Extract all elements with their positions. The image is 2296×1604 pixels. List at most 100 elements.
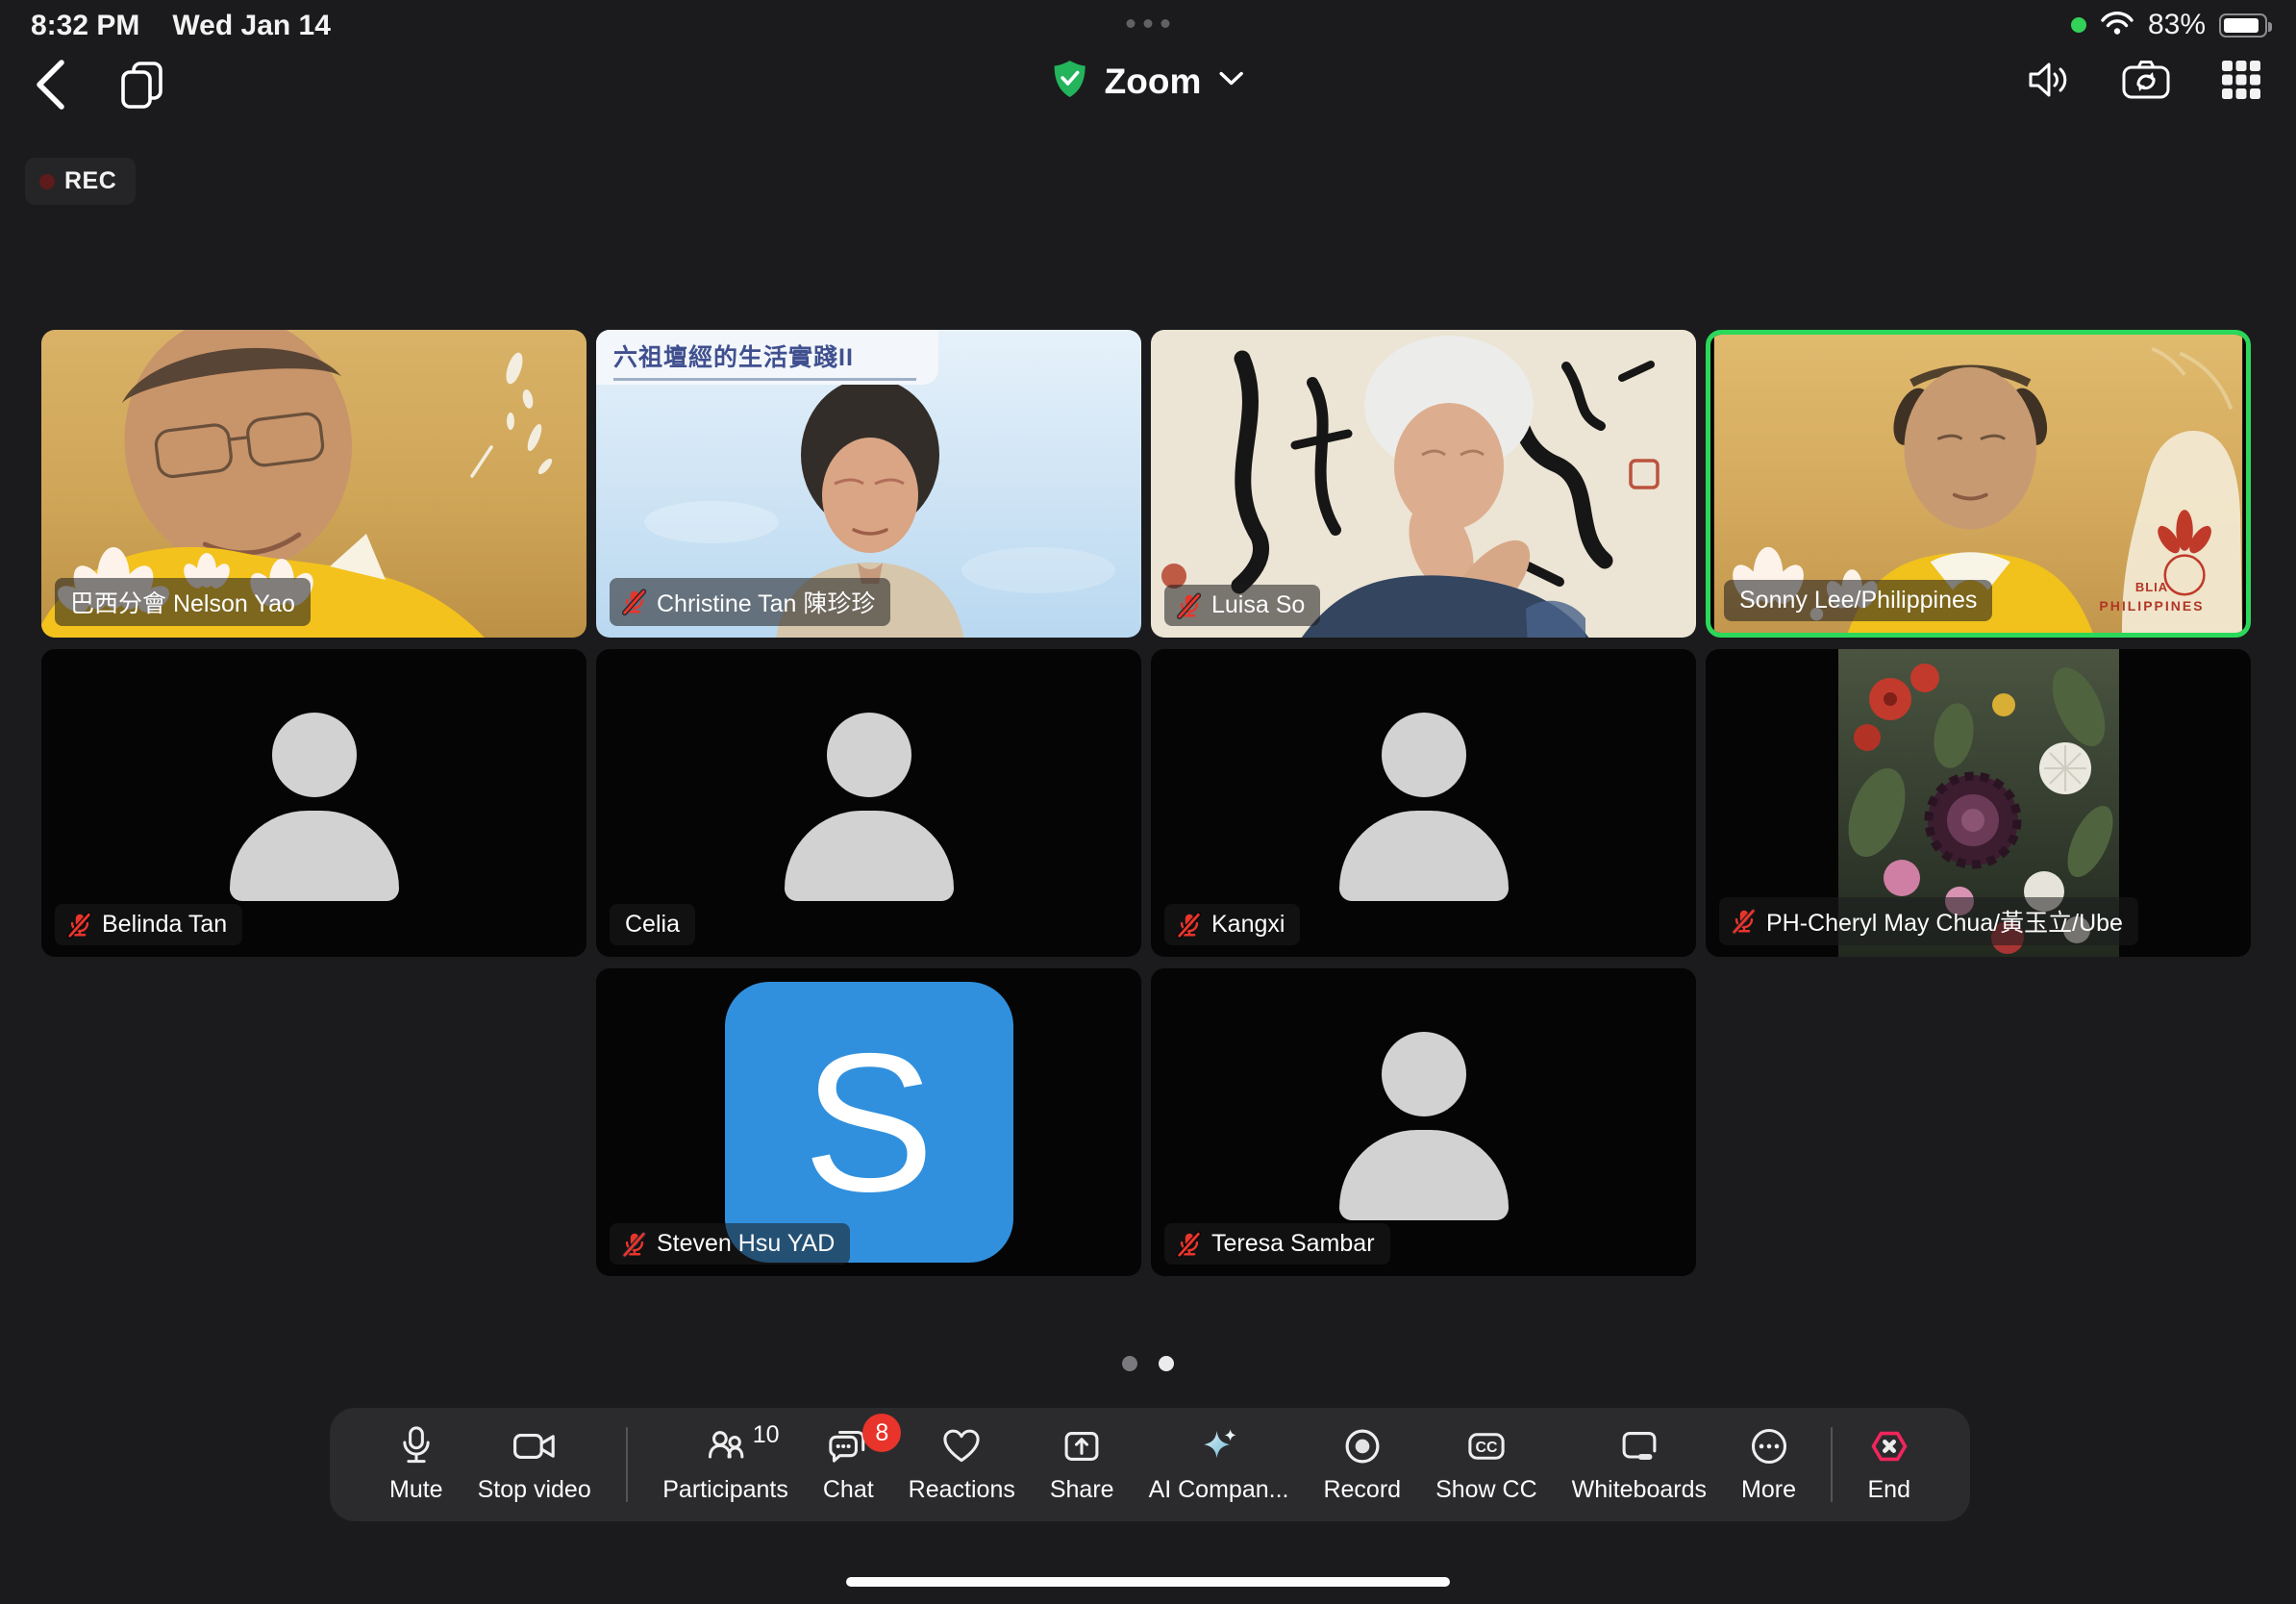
home-indicator[interactable] bbox=[846, 1577, 1450, 1587]
whiteboards-button[interactable]: Whiteboards bbox=[1572, 1425, 1707, 1504]
zoom-meeting-screen: 8:32 PM Wed Jan 14 83% bbox=[0, 0, 2296, 1604]
video-tile-kangxi[interactable]: Kangxi bbox=[1151, 649, 1696, 957]
participant-name-tag: Sonny Lee/Philippines bbox=[1724, 580, 1992, 621]
end-meeting-button[interactable]: End bbox=[1867, 1425, 1909, 1504]
more-ellipsis-icon bbox=[1748, 1425, 1790, 1467]
participant-name: Teresa Sambar bbox=[1211, 1230, 1375, 1258]
blia-philippines-logo: BLIA PHILIPPINES bbox=[2094, 580, 2209, 614]
shared-content-title: 六祖壇經的生活實踐II bbox=[613, 338, 921, 373]
toolbar-label: Share bbox=[1050, 1476, 1114, 1504]
participant-name-tag: Teresa Sambar bbox=[1164, 1223, 1390, 1265]
page-dot-1 bbox=[1122, 1356, 1137, 1371]
back-button[interactable] bbox=[33, 58, 67, 114]
video-tile-christine-tan[interactable]: 六祖壇經的生活實踐II Christine Tan 陳珍珍 bbox=[596, 330, 1141, 638]
camera-flip-icon bbox=[2121, 59, 2171, 104]
security-shield-icon bbox=[1053, 60, 1087, 103]
battery-icon bbox=[2219, 13, 2267, 38]
chevron-down-icon bbox=[1218, 71, 1243, 91]
toolbar-label: Show CC bbox=[1435, 1476, 1537, 1504]
status-green-dot-icon bbox=[2071, 17, 2086, 33]
video-tile-teresa-sambar[interactable]: Teresa Sambar bbox=[1151, 968, 1696, 1276]
participant-name: Luisa So bbox=[1211, 591, 1305, 619]
closed-captions-icon: CC bbox=[1465, 1425, 1508, 1467]
toolbar-label: Reactions bbox=[909, 1476, 1015, 1504]
banner-underline bbox=[613, 378, 916, 381]
share-button[interactable]: Share bbox=[1050, 1425, 1114, 1504]
recording-label: REC bbox=[64, 167, 116, 195]
speaker-icon bbox=[2027, 60, 2073, 103]
app-windows-button[interactable] bbox=[117, 60, 165, 113]
participant-name-tag: Luisa So bbox=[1164, 585, 1320, 626]
toolbar-label: AI Compan... bbox=[1149, 1476, 1289, 1504]
shared-content-banner: 六祖壇經的生活實踐II bbox=[596, 330, 938, 385]
participant-name-tag: 巴西分會 Nelson Yao bbox=[55, 578, 311, 626]
muted-mic-icon bbox=[1731, 908, 1758, 935]
video-tile-sonny-lee[interactable]: BLIA PHILIPPINES Sonny Lee/Philippines bbox=[1706, 330, 2251, 638]
video-tile-luisa-so[interactable]: Luisa So bbox=[1151, 330, 1696, 638]
toolbar-label: Stop video bbox=[478, 1476, 591, 1504]
video-camera-icon bbox=[512, 1425, 558, 1467]
participants-icon: 10 bbox=[705, 1425, 747, 1467]
toolbar-label: End bbox=[1867, 1476, 1909, 1504]
more-button[interactable]: More bbox=[1741, 1425, 1796, 1504]
recording-indicator: REC bbox=[25, 158, 136, 205]
toolbar-label: More bbox=[1741, 1476, 1796, 1504]
toolbar-label: Chat bbox=[823, 1476, 874, 1504]
video-tile-nelson-yao[interactable]: 巴西分會 Nelson Yao bbox=[41, 330, 586, 638]
participant-name: 巴西分會 Nelson Yao bbox=[70, 585, 295, 619]
participant-name: Belinda Tan bbox=[102, 911, 227, 939]
muted-mic-icon bbox=[66, 912, 93, 939]
video-tile-celia[interactable]: Celia bbox=[596, 649, 1141, 957]
ai-sparkle-icon bbox=[1198, 1425, 1240, 1467]
philippines-logo-text: PHILIPPINES bbox=[2094, 598, 2209, 614]
chat-button[interactable]: 8 Chat bbox=[823, 1425, 874, 1504]
muted-mic-icon bbox=[1176, 592, 1203, 619]
show-cc-button[interactable]: CC Show CC bbox=[1435, 1425, 1537, 1504]
mute-button[interactable]: Mute bbox=[389, 1425, 443, 1504]
heart-icon bbox=[940, 1425, 983, 1467]
toolbar-divider bbox=[626, 1427, 629, 1502]
muted-mic-icon bbox=[1176, 1231, 1203, 1258]
avatar-initial: S bbox=[803, 1024, 935, 1221]
video-tile-steven-hsu[interactable]: S Steven Hsu YAD bbox=[596, 968, 1141, 1276]
blia-logo-text: BLIA bbox=[2094, 580, 2209, 594]
meeting-toolbar: Mute Stop video 10 Par bbox=[330, 1408, 1970, 1521]
participant-name: PH-Cheryl May Chua/黃玉立/Ube bbox=[1766, 904, 2123, 939]
reactions-button[interactable]: Reactions bbox=[909, 1425, 1015, 1504]
ai-companion-button[interactable]: AI Compan... bbox=[1149, 1425, 1289, 1504]
participants-count: 10 bbox=[753, 1421, 780, 1449]
microphone-icon bbox=[396, 1425, 437, 1467]
switch-camera-button[interactable] bbox=[2121, 59, 2171, 104]
participant-name-tag: Kangxi bbox=[1164, 904, 1300, 945]
participant-name: Steven Hsu YAD bbox=[657, 1230, 835, 1258]
toolbar-label: Whiteboards bbox=[1572, 1476, 1707, 1504]
participant-name: Celia bbox=[625, 911, 680, 939]
video-tile-belinda-tan[interactable]: Belinda Tan bbox=[41, 649, 586, 957]
grid-view-button[interactable] bbox=[2219, 58, 2263, 105]
grid-icon bbox=[2219, 58, 2263, 105]
video-tile-cheryl-chua[interactable]: PH-Cheryl May Chua/黃玉立/Ube bbox=[1706, 649, 2251, 957]
initial-avatar: S bbox=[725, 982, 1013, 1263]
overlapping-windows-icon bbox=[117, 60, 165, 113]
participant-name-tag: PH-Cheryl May Chua/黃玉立/Ube bbox=[1719, 897, 2138, 945]
page-indicator bbox=[1122, 1356, 1174, 1371]
clock-time: 8:32 PM bbox=[31, 10, 139, 42]
battery-percent: 83% bbox=[2148, 9, 2206, 41]
wifi-icon bbox=[2100, 11, 2134, 40]
recording-dot-icon bbox=[39, 174, 55, 189]
toolbar-label: Record bbox=[1323, 1476, 1401, 1504]
speaker-button[interactable] bbox=[2027, 60, 2073, 103]
muted-mic-icon bbox=[621, 589, 648, 615]
participant-name-tag: Steven Hsu YAD bbox=[610, 1223, 850, 1265]
status-bar: 8:32 PM Wed Jan 14 83% bbox=[0, 0, 2296, 50]
participant-name-tag: Belinda Tan bbox=[55, 904, 242, 945]
toolbar-divider bbox=[1831, 1427, 1834, 1502]
stop-video-button[interactable]: Stop video bbox=[478, 1425, 591, 1504]
meeting-title-dropdown[interactable]: Zoom bbox=[1053, 60, 1244, 103]
toolbar-label: Participants bbox=[662, 1476, 788, 1504]
share-up-arrow-icon bbox=[1061, 1425, 1103, 1467]
participants-button[interactable]: 10 Participants bbox=[662, 1425, 788, 1504]
record-icon bbox=[1341, 1425, 1384, 1467]
record-button[interactable]: Record bbox=[1323, 1425, 1401, 1504]
cc-glyph: CC bbox=[1475, 1440, 1497, 1456]
